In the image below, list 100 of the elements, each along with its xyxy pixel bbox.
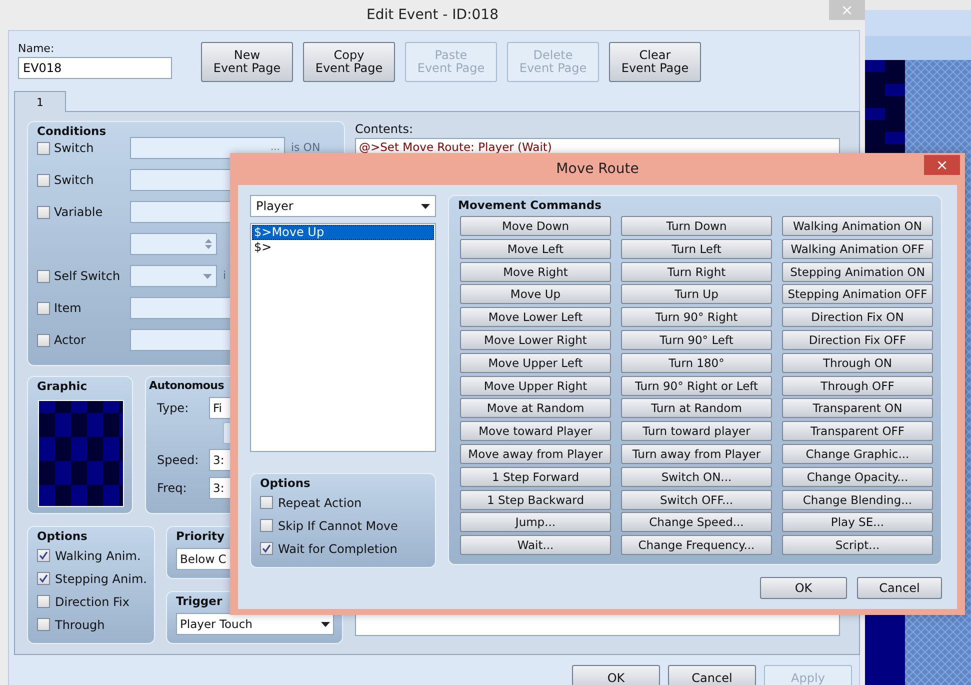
checkbox[interactable] bbox=[37, 206, 50, 218]
priority-title: Priority bbox=[176, 529, 226, 544]
command-button[interactable]: Stepping Animation OFF bbox=[782, 284, 933, 304]
command-button[interactable]: Turn Left bbox=[621, 238, 772, 259]
contents-label: Contents: bbox=[355, 121, 414, 138]
command-button[interactable]: Change Opacity... bbox=[782, 466, 933, 487]
dialog-title: Move Route bbox=[555, 160, 640, 179]
command-button[interactable]: Change Speed... bbox=[621, 512, 772, 532]
command-button[interactable]: Transparent ON bbox=[782, 398, 933, 418]
command-button[interactable]: Change Frequency... bbox=[621, 535, 772, 556]
command-button[interactable]: Turn Up bbox=[621, 284, 772, 304]
command-button[interactable]: Move Right bbox=[460, 262, 611, 282]
checkbox[interactable] bbox=[260, 496, 273, 509]
condition-field[interactable]: ... bbox=[130, 137, 285, 159]
checkbox-label: Repeat Action bbox=[278, 496, 362, 510]
dialog-button[interactable]: Cancel bbox=[668, 665, 756, 685]
name-field[interactable]: EV018 bbox=[18, 57, 172, 79]
checkbox[interactable] bbox=[37, 572, 50, 585]
type-label: Type: bbox=[157, 401, 190, 415]
condition-label: Item bbox=[54, 301, 82, 315]
target-dropdown[interactable]: Player bbox=[250, 195, 436, 217]
page-tab[interactable]: 1 bbox=[14, 91, 66, 112]
command-button[interactable]: Turn 90° Left bbox=[621, 330, 772, 350]
trigger-dropdown[interactable]: Player Touch bbox=[176, 613, 334, 635]
command-button[interactable]: Switch OFF... bbox=[621, 490, 772, 510]
condition-field[interactable] bbox=[130, 265, 217, 287]
freq-label: Freq: bbox=[157, 481, 188, 495]
dialog-button[interactable]: Cancel bbox=[857, 577, 942, 599]
command-button[interactable]: Move Upper Left bbox=[460, 352, 611, 373]
command-button[interactable]: Move at Random bbox=[460, 398, 611, 418]
checkbox[interactable] bbox=[37, 618, 50, 631]
checkbox[interactable] bbox=[37, 142, 50, 154]
command-button[interactable]: Switch ON... bbox=[621, 466, 772, 487]
dialog-button[interactable]: OK bbox=[572, 665, 660, 685]
autonomous-title: Autonomous bbox=[149, 379, 225, 394]
command-button[interactable]: Through OFF bbox=[782, 376, 933, 396]
conditions-title: Conditions bbox=[37, 124, 108, 139]
event-page-button[interactable]: New Event Page bbox=[201, 42, 293, 82]
number-field[interactable] bbox=[130, 233, 217, 255]
checkbox[interactable] bbox=[37, 595, 50, 608]
command-button[interactable]: Move toward Player bbox=[460, 421, 611, 442]
command-button[interactable]: Direction Fix OFF bbox=[782, 330, 933, 350]
browse-dots[interactable]: ... bbox=[270, 144, 280, 152]
command-button[interactable]: Move Up bbox=[460, 284, 611, 304]
condition-label: Variable bbox=[54, 205, 103, 219]
command-button[interactable]: Change Graphic... bbox=[782, 444, 933, 464]
checkbox-label: Through bbox=[55, 618, 105, 632]
checkbox-label: Direction Fix bbox=[55, 594, 130, 608]
command-button[interactable]: Stepping Animation ON bbox=[782, 262, 933, 282]
event-page-button[interactable]: Clear Event Page bbox=[609, 42, 701, 82]
checkbox[interactable] bbox=[260, 519, 273, 532]
command-button[interactable]: Turn 90° Right or Left bbox=[621, 376, 772, 396]
command-button[interactable]: Move Lower Left bbox=[460, 307, 611, 328]
command-button[interactable]: Turn 90° Right bbox=[621, 307, 772, 328]
checkbox[interactable] bbox=[37, 174, 50, 186]
checkbox[interactable] bbox=[37, 549, 50, 562]
check-icon bbox=[262, 544, 271, 553]
command-button[interactable]: Move Left bbox=[460, 238, 611, 259]
command-button[interactable]: Turn toward player bbox=[621, 421, 772, 442]
command-button[interactable]: Turn away from Player bbox=[621, 444, 772, 464]
route-list[interactable]: $>Move Up $> bbox=[250, 223, 436, 452]
command-button[interactable]: Direction Fix ON bbox=[782, 307, 933, 328]
command-button[interactable]: Play SE... bbox=[782, 512, 933, 532]
command-button[interactable]: Turn Down bbox=[621, 216, 772, 236]
route-step[interactable]: $>Move Up bbox=[252, 225, 434, 240]
command-button[interactable]: 1 Step Forward bbox=[460, 466, 611, 487]
checkbox-label: Wait for Completion bbox=[278, 542, 398, 556]
command-button[interactable]: Move Down bbox=[460, 216, 611, 236]
window-title: Edit Event - ID:018 bbox=[366, 6, 500, 25]
command-button[interactable]: Walking Animation ON bbox=[782, 216, 933, 236]
command-button[interactable]: Turn at Random bbox=[621, 398, 772, 418]
route-step[interactable]: $> bbox=[252, 240, 434, 255]
checkbox-label: Skip If Cannot Move bbox=[278, 518, 398, 532]
command-button[interactable]: Move Upper Right bbox=[460, 376, 611, 396]
event-command[interactable]: @>Set Move Route: Player (Wait) bbox=[359, 140, 836, 154]
command-button[interactable]: Turn 180° bbox=[621, 352, 772, 373]
command-button[interactable]: Wait... bbox=[460, 535, 611, 556]
condition-suffix: i bbox=[223, 271, 226, 281]
command-button[interactable]: Change Blending... bbox=[782, 490, 933, 510]
check-icon bbox=[39, 574, 48, 583]
options-title: Options bbox=[260, 476, 312, 491]
dialog-button[interactable]: OK bbox=[760, 577, 847, 599]
command-button[interactable]: Turn Right bbox=[621, 262, 772, 282]
speed-label: Speed: bbox=[157, 453, 200, 467]
event-page-button[interactable]: Copy Event Page bbox=[303, 42, 395, 82]
command-button[interactable]: Move Lower Right bbox=[460, 330, 611, 350]
command-button[interactable]: Transparent OFF bbox=[782, 421, 933, 442]
checkbox[interactable] bbox=[37, 334, 50, 346]
command-button[interactable]: 1 Step Backward bbox=[460, 490, 611, 510]
checkbox[interactable] bbox=[37, 302, 50, 314]
command-button[interactable]: Jump... bbox=[460, 512, 611, 532]
command-button[interactable]: Script... bbox=[782, 535, 933, 556]
condition-label: Self Switch bbox=[54, 269, 120, 283]
command-button[interactable]: Through ON bbox=[782, 352, 933, 373]
close-button[interactable]: × bbox=[924, 155, 960, 175]
command-button[interactable]: Walking Animation OFF bbox=[782, 238, 933, 259]
command-button[interactable]: Move away from Player bbox=[460, 444, 611, 464]
checkbox[interactable] bbox=[260, 542, 273, 555]
checkbox[interactable] bbox=[37, 270, 50, 282]
condition-label: Switch bbox=[54, 173, 94, 187]
